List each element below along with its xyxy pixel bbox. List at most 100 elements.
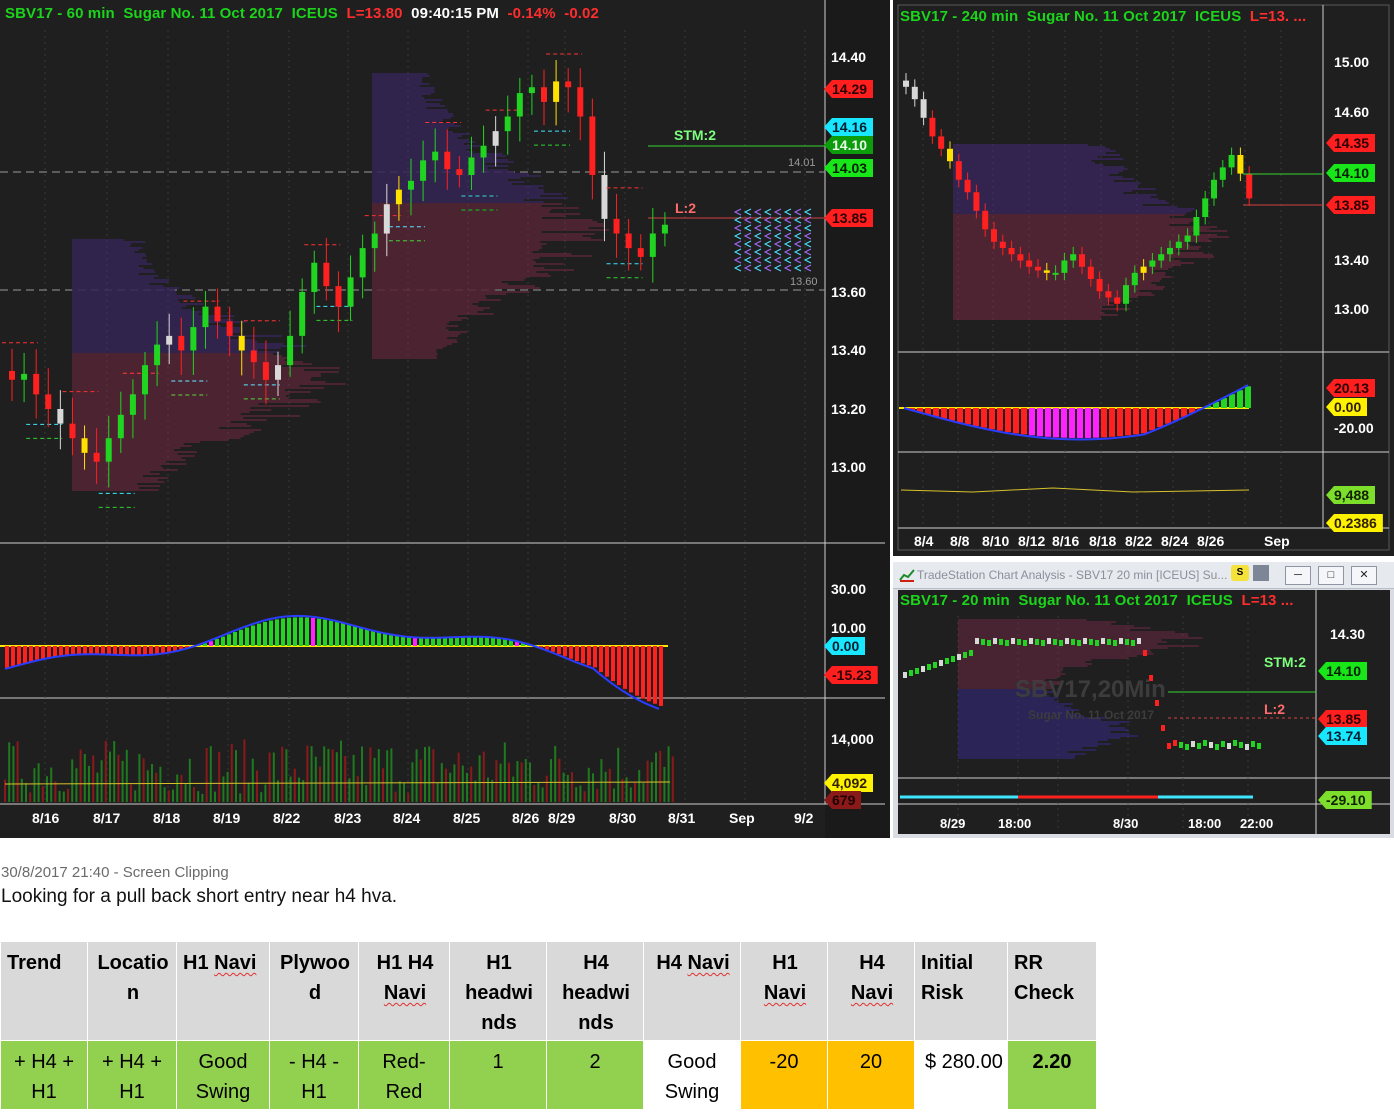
osc-bar — [491, 637, 495, 646]
candle-body — [955, 161, 962, 180]
candle-body — [1211, 179, 1217, 199]
osc-bar — [353, 626, 357, 646]
candle-body — [951, 656, 955, 662]
osc-bar — [407, 637, 411, 646]
chart-240min[interactable]: SBV17 - 240 min Sugar No. 11 Oct 2017 IC… — [893, 0, 1394, 556]
osc-bar — [1125, 408, 1131, 436]
osc-bar — [1117, 408, 1123, 437]
osc-bar — [347, 624, 351, 646]
osc-bar — [1045, 408, 1051, 437]
chart-60min-canvas[interactable] — [0, 0, 890, 838]
candle-body — [1070, 254, 1077, 261]
osc-bar — [83, 646, 87, 654]
osc-bar — [1165, 408, 1171, 424]
candle-body — [1047, 638, 1051, 644]
osc-bar — [41, 646, 45, 659]
candle-body — [1233, 740, 1237, 746]
candle-body — [1175, 241, 1182, 248]
chart-20min[interactable]: SBV17,20Min Sugar No. 11 Oct 2017 SBV17 … — [898, 590, 1390, 834]
osc-tag: 0.00 — [1326, 398, 1368, 416]
candle-body — [154, 344, 161, 366]
osc-bar — [263, 621, 267, 646]
osc-bar — [371, 630, 375, 646]
maximize-button[interactable]: □ — [1318, 566, 1344, 585]
cell-initial-risk: $ 280.00 — [914, 1040, 1008, 1110]
osc-bar — [1005, 408, 1011, 433]
date-axis-label: 22:00 — [1240, 816, 1274, 831]
candle-body — [1251, 741, 1255, 747]
osc-bar — [593, 646, 597, 668]
exchange-label: ICEUS — [291, 5, 338, 22]
price-axis-label: 13.20 — [831, 401, 867, 417]
osc-bar — [419, 637, 423, 646]
window-titlebar[interactable]: TradeStation Chart Analysis - SBV17 20 m… — [893, 562, 1394, 589]
chart-60min[interactable]: SBV17 - 60 min Sugar No. 11 Oct 2017 ICE… — [0, 0, 890, 838]
price-axis-label: 13.60 — [831, 284, 867, 300]
exchange-label: ICEUS — [1195, 8, 1242, 25]
minimize-button[interactable]: ─ — [1285, 566, 1311, 585]
osc-bar — [77, 646, 81, 655]
date-axis-label: 8/26 — [1197, 533, 1225, 549]
osc-bar — [233, 631, 237, 646]
cell-trend: + H4 + H1 — [0, 1040, 88, 1110]
candle-body — [1008, 248, 1015, 255]
price-tag-red: 13.85 — [1326, 196, 1376, 214]
osc-bar — [113, 646, 117, 655]
price-tag-last: 14.03 — [824, 159, 874, 177]
candle-body — [981, 639, 985, 645]
price-axis-label: 14.30 — [1330, 626, 1366, 642]
candle-body — [929, 117, 936, 137]
date-axis-label: 8/24 — [1161, 533, 1189, 549]
osc-bar — [1029, 408, 1035, 436]
candle-body — [947, 148, 953, 162]
chart-20min-window[interactable]: TradeStation Chart Analysis - SBV17 20 m… — [893, 562, 1394, 838]
candle-body — [117, 414, 124, 439]
date-axis-label: 8/16 — [1052, 533, 1080, 549]
candle-body — [1203, 740, 1207, 746]
header-h4-navi-2: H4 Navi — [827, 941, 915, 1041]
osc-bar — [35, 646, 39, 661]
instrument-name: Sugar No. 11 Oct 2017 — [1026, 8, 1187, 25]
candle-body — [81, 438, 88, 453]
candle-body — [1167, 743, 1171, 749]
candle-body — [969, 650, 973, 656]
osc-bar — [1101, 408, 1107, 438]
candle-body — [1193, 217, 1200, 236]
chart-240min-canvas[interactable] — [893, 0, 1394, 556]
last-price: L=13.80 — [346, 5, 403, 22]
close-button[interactable]: ✕ — [1351, 566, 1377, 585]
candle-body — [1011, 638, 1015, 644]
osc-bar — [557, 646, 561, 655]
osc-bar — [563, 646, 567, 657]
osc-bar — [957, 408, 963, 423]
osc-bar — [413, 637, 417, 646]
candle-body — [1167, 248, 1173, 255]
date-axis-label: 8/4 — [914, 533, 934, 549]
symbol-link-badge[interactable]: S — [1231, 565, 1249, 581]
osc-bar — [251, 625, 255, 646]
candle-body — [999, 241, 1006, 248]
candle-body — [480, 145, 487, 158]
candle-body — [323, 262, 330, 287]
osc-bar — [473, 637, 477, 646]
settings-icon[interactable] — [1253, 565, 1269, 581]
osc-bar — [149, 646, 153, 655]
osc-bar — [341, 623, 345, 646]
candle-body — [1041, 640, 1045, 646]
candle-body — [1197, 743, 1201, 749]
osc-bar — [1109, 408, 1115, 437]
candle-body — [1083, 638, 1087, 644]
price-tag-red: 13.85 — [1318, 710, 1368, 728]
osc-bar — [227, 634, 231, 646]
osc-bar — [1069, 408, 1075, 438]
candle-body — [957, 654, 961, 660]
candle-body — [1065, 638, 1069, 644]
osc-tag: -29.10 — [1318, 791, 1372, 809]
candle-body — [1017, 254, 1024, 261]
candle-body — [1096, 279, 1103, 292]
osc-bar — [1013, 408, 1019, 434]
osc-bar — [443, 637, 447, 646]
window-title: TradeStation Chart Analysis - SBV17 20 m… — [917, 568, 1228, 582]
candle-body — [9, 370, 15, 380]
hline-label: 13.60 — [790, 276, 818, 288]
